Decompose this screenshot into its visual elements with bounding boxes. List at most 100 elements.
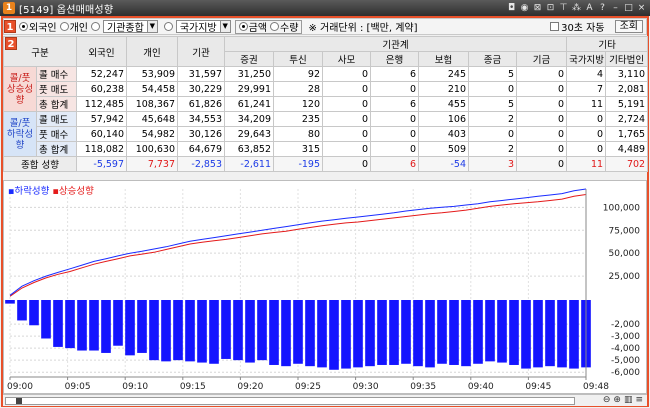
table-cell: 315 — [273, 141, 324, 157]
table-cell: 0 — [370, 111, 420, 127]
table-cell: 0 — [322, 66, 372, 82]
table-cell: 80 — [273, 126, 324, 142]
table-cell: 31,250 — [224, 66, 275, 82]
x-tick-label: 09:45 — [525, 382, 551, 392]
radio-quantity-label: 수량 — [280, 23, 299, 34]
table-row[interactable]: 총 합계 118,082 100,630 64,679 63,852 315 0 0 509 2 0… — [4, 141, 649, 157]
table-cell: 0 — [516, 81, 568, 97]
bar — [233, 300, 243, 361]
chart-scrollbar[interactable] — [5, 397, 575, 405]
table-cell: 108,367 — [126, 96, 179, 112]
bar — [569, 300, 579, 369]
legend-up-label: 상승성향 — [58, 186, 94, 197]
legend-up: ▪상승성향 — [52, 186, 94, 197]
table-row[interactable]: 총 합계 112,485 108,367 61,826 61,241 120 0 6 455 5 0… — [4, 96, 649, 112]
radio-dot-icon — [270, 22, 280, 31]
chevron-down-icon[interactable]: ▼ — [146, 21, 157, 32]
table-cell: 4 — [566, 66, 607, 82]
table-cell: 0 — [322, 141, 372, 157]
summary-cell: 7,737 — [126, 156, 179, 172]
radio-amount[interactable]: 금액 — [238, 19, 267, 34]
bar — [521, 300, 531, 369]
record-icon[interactable]: ◉ — [520, 3, 529, 13]
y-tick-label: -2,000 — [611, 320, 640, 330]
help-icon[interactable]: ? — [598, 3, 607, 13]
screenshot-icon[interactable]: ⊠ — [533, 3, 542, 13]
bar — [401, 300, 411, 364]
bar — [317, 300, 327, 368]
header-institution-group: 기관계 — [224, 36, 568, 52]
bar — [101, 300, 111, 353]
table-cell: 29,643 — [224, 126, 275, 142]
table-cell: 63,852 — [224, 141, 275, 157]
query-button[interactable]: 조회 — [614, 20, 643, 33]
settings-icon[interactable]: ⁂ — [572, 3, 581, 13]
minimize-icon[interactable]: – — [611, 3, 620, 13]
table-cell: 0 — [516, 141, 568, 157]
bar — [29, 300, 39, 326]
close-icon[interactable]: × — [637, 3, 646, 13]
table-row[interactable]: 콜/풋 하락성향 콜 매도 57,942 45,648 34,553 34,209 235 0… — [3, 111, 649, 157]
bar — [269, 300, 279, 365]
zoom-out-icon[interactable]: ⊖ — [603, 395, 611, 406]
table-cell: 92 — [273, 66, 324, 82]
table-cell: 6 — [370, 96, 420, 112]
link-icon[interactable]: ◘ — [507, 3, 516, 13]
summary-cell: -5,597 — [76, 156, 128, 172]
print-icon[interactable]: ⊡ — [546, 3, 555, 13]
amount-quantity-group: 금액 수량 — [234, 19, 303, 34]
scroll-thumb[interactable] — [16, 398, 22, 404]
maximize-icon[interactable]: □ — [624, 3, 633, 13]
table-cell: 3,110 — [605, 66, 649, 82]
auto-refresh-checkbox[interactable]: 30초 자동 — [550, 19, 605, 34]
table-cell: 0 — [516, 111, 568, 127]
zoom-in-icon[interactable]: ⊕ — [613, 395, 621, 406]
table-cell: 1,765 — [605, 126, 649, 142]
bar — [509, 300, 519, 365]
y-tick-label: 25,000 — [609, 272, 641, 282]
bar — [77, 300, 87, 351]
table-row[interactable]: 풋 매수 60,140 54,982 30,126 29,643 80 0 0 403 0 0 0 1,… — [4, 126, 649, 142]
table-row[interactable]: 풋 매도 60,238 54,458 30,229 29,991 28 0 0 210 0 0 7 2,… — [4, 81, 649, 97]
table-cell: 0 — [566, 111, 607, 127]
table-cell: 30,229 — [177, 81, 226, 97]
table-cell: 57,942 — [76, 111, 128, 127]
table-cell: 61,826 — [177, 96, 226, 112]
chart-controls: ⊖ ⊕ ▥ ≡ — [603, 395, 643, 406]
bar — [17, 300, 27, 321]
header-sub: 국가지방 — [566, 51, 607, 67]
radio-individual[interactable]: 개인 — [59, 19, 88, 34]
font-icon[interactable]: A — [585, 3, 594, 13]
summary-cell: 3 — [468, 156, 518, 172]
govt-select[interactable]: 국가지방 ▼ — [175, 20, 231, 34]
table-cell: 100,630 — [126, 141, 179, 157]
table-row[interactable]: 콜/풋 상승성향 콜 매수 52,247 53,909 31,597 31,250 92 0 6… — [3, 66, 649, 112]
trend-chart: ▪하락성향 ▪상승성향 100,000 75,000 50,000 25,000 -2,… — [3, 180, 647, 394]
bar — [161, 300, 171, 362]
radio-foreign[interactable]: 외국인 — [19, 19, 57, 34]
bar — [197, 300, 207, 363]
chart-type-icon[interactable]: ▥ — [624, 395, 633, 406]
radio-quantity[interactable]: 수량 — [270, 19, 298, 34]
settings-icon[interactable]: ≡ — [635, 395, 643, 406]
table-cell: 2,724 — [605, 111, 649, 127]
chevron-down-icon[interactable]: ▼ — [219, 21, 230, 32]
summary-row[interactable]: 종합 성향 -5,597 7,737 -2,853 -2,611 -195 0 6 -54 3 0 1… — [2, 156, 649, 172]
section-badge-2: 2 — [5, 37, 17, 50]
bar — [341, 300, 351, 369]
radio-dot-icon — [19, 22, 28, 31]
table-cell: 112,485 — [76, 96, 128, 112]
y-tick-label: 75,000 — [609, 226, 641, 236]
row-label: 총 합계 — [35, 96, 78, 112]
table-cell: 235 — [273, 111, 324, 127]
radio-govt[interactable] — [163, 22, 174, 31]
bar — [5, 300, 15, 304]
table-cell: 30,126 — [177, 126, 226, 142]
bar — [329, 300, 339, 370]
institution-select[interactable]: 기관종합 ▼ — [103, 20, 158, 34]
table-cell: 245 — [418, 66, 470, 82]
table-cell: 455 — [418, 96, 470, 112]
radio-institution[interactable] — [91, 22, 101, 31]
pin-icon[interactable]: ⊤ — [559, 3, 568, 13]
table-cell: 0 — [516, 96, 568, 112]
